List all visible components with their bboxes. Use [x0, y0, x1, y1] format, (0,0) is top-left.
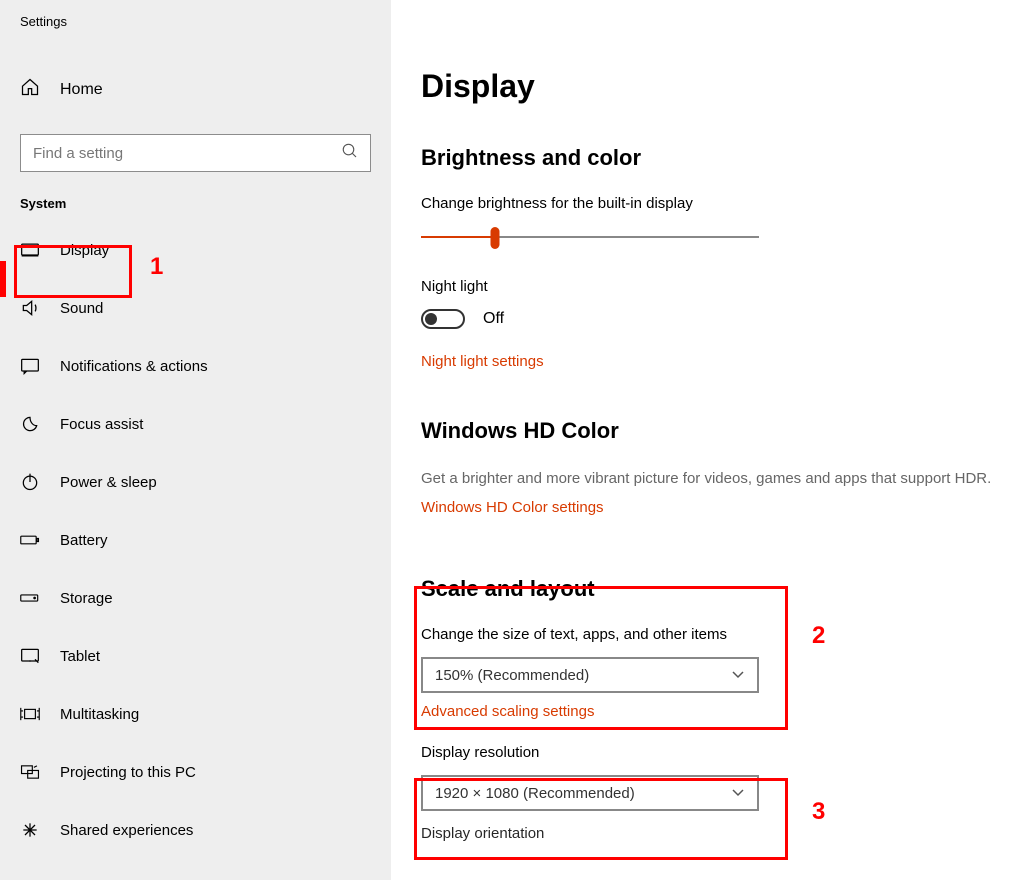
power-icon: [20, 472, 40, 492]
night-light-state: Off: [483, 310, 504, 328]
night-light-settings-link[interactable]: Night light settings: [421, 353, 544, 370]
night-light-toggle-row: Off: [421, 309, 1004, 329]
nav-item-battery[interactable]: Battery: [20, 525, 371, 555]
app-title: Settings: [0, 14, 391, 29]
nav-item-projecting[interactable]: Projecting to this PC: [20, 757, 371, 787]
nav-item-shared-experiences[interactable]: Shared experiences: [20, 815, 371, 845]
section-hd-title: Windows HD Color: [421, 418, 1004, 444]
brightness-slider[interactable]: [421, 226, 759, 250]
search-icon: [341, 142, 359, 165]
shared-icon: [20, 820, 40, 840]
night-light-toggle[interactable]: [421, 309, 465, 329]
resolution-dropdown[interactable]: 1920 × 1080 (Recommended): [421, 775, 759, 811]
nav-item-sound[interactable]: Sound: [20, 293, 371, 323]
nav-item-label: Projecting to this PC: [60, 764, 196, 781]
category-title: System: [0, 196, 391, 211]
tablet-icon: [20, 646, 40, 666]
nav-home-label: Home: [60, 81, 103, 99]
settings-sidebar: Settings Home System Display Sound Notif…: [0, 0, 391, 880]
notifications-icon: [20, 356, 40, 376]
nav-item-label: Shared experiences: [60, 822, 193, 839]
nav-item-notifications[interactable]: Notifications & actions: [20, 351, 371, 381]
nav-item-tablet[interactable]: Tablet: [20, 641, 371, 671]
resolution-label: Display resolution: [421, 744, 1004, 761]
brightness-slider-label: Change brightness for the built-in displ…: [421, 195, 1004, 212]
projecting-icon: [20, 762, 40, 782]
annotation-active-bar: [0, 261, 6, 297]
nav-item-multitasking[interactable]: Multitasking: [20, 699, 371, 729]
resolution-value: 1920 × 1080 (Recommended): [435, 785, 635, 802]
multitasking-icon: [20, 704, 40, 724]
nav-item-label: Battery: [60, 532, 108, 549]
nav-item-display[interactable]: Display: [20, 235, 371, 265]
nav-item-label: Tablet: [60, 648, 100, 665]
home-icon: [20, 77, 40, 102]
night-light-label: Night light: [421, 278, 1004, 295]
nav-home[interactable]: Home: [0, 67, 391, 112]
battery-icon: [20, 530, 40, 550]
toggle-knob: [425, 313, 437, 325]
nav-item-label: Notifications & actions: [60, 358, 208, 375]
nav-item-label: Sound: [60, 300, 103, 317]
focus-assist-icon: [20, 414, 40, 434]
storage-icon: [20, 588, 40, 608]
nav-item-label: Focus assist: [60, 416, 143, 433]
scale-dropdown[interactable]: 150% (Recommended): [421, 657, 759, 693]
scale-label: Change the size of text, apps, and other…: [421, 626, 1004, 643]
nav-item-label: Storage: [60, 590, 113, 607]
slider-track-empty: [495, 236, 759, 238]
section-scale-title: Scale and layout: [421, 576, 1004, 602]
hd-description: Get a brighter and more vibrant picture …: [421, 468, 1004, 489]
chevron-down-icon: [731, 785, 745, 802]
scale-value: 150% (Recommended): [435, 667, 589, 684]
nav-item-storage[interactable]: Storage: [20, 583, 371, 613]
search-container: [20, 134, 371, 172]
hd-settings-link[interactable]: Windows HD Color settings: [421, 499, 604, 516]
search-input[interactable]: [20, 134, 371, 172]
page-title: Display: [421, 68, 1004, 105]
nav-list: Display Sound Notifications & actions Fo…: [0, 235, 391, 845]
nav-item-label: Display: [60, 242, 109, 259]
nav-item-focus-assist[interactable]: Focus assist: [20, 409, 371, 439]
advanced-scaling-link[interactable]: Advanced scaling settings: [421, 703, 594, 720]
slider-thumb[interactable]: [491, 227, 500, 249]
display-icon: [20, 240, 40, 260]
section-brightness-title: Brightness and color: [421, 145, 1004, 171]
slider-track-fill: [421, 236, 495, 238]
orientation-label: Display orientation: [421, 825, 1004, 842]
main-content: Display Brightness and color Change brig…: [391, 0, 1024, 880]
chevron-down-icon: [731, 667, 745, 684]
sound-icon: [20, 298, 40, 318]
nav-item-label: Power & sleep: [60, 474, 157, 491]
nav-item-power-sleep[interactable]: Power & sleep: [20, 467, 371, 497]
nav-item-label: Multitasking: [60, 706, 139, 723]
